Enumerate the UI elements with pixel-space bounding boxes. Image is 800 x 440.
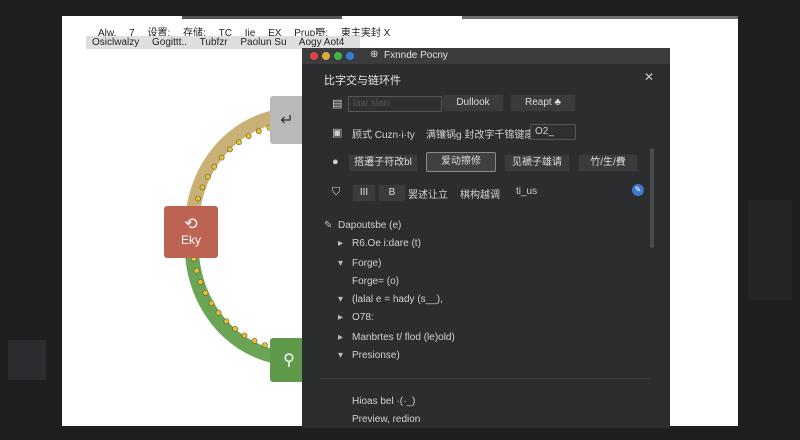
ring-dot	[215, 309, 222, 316]
ring-dot	[208, 300, 215, 307]
top-right-strip	[462, 16, 738, 19]
tree-item[interactable]: ▾ Presionse)	[338, 350, 400, 361]
footer-label-1[interactable]: Hioas bel ·(·_)	[352, 396, 415, 407]
ring-dot	[218, 154, 225, 161]
tree-item[interactable]: ▾ (lalal e = hady (s__),	[338, 294, 443, 305]
row2-label: 顾式 Cuzn·i·ty	[352, 130, 415, 141]
pencil-icon: ✎	[324, 220, 333, 231]
divider	[320, 378, 650, 379]
tree-item-label: Dapoutsbe (e)	[338, 220, 402, 231]
tab-4[interactable]: 竹/生/費	[578, 154, 638, 172]
ring-dot	[193, 267, 200, 274]
ring-dot	[245, 133, 252, 139]
minimize-dot[interactable]	[322, 52, 330, 60]
repeat-button[interactable]: Reapt ♣	[510, 94, 576, 112]
close-icon[interactable]: ✕	[644, 70, 654, 84]
ring-dot	[211, 163, 218, 170]
ring-dot	[261, 342, 268, 348]
ring-dot	[251, 337, 258, 344]
ring-node-label: Eky	[180, 233, 201, 247]
tab-3[interactable]: 见褫子雄请	[504, 154, 570, 172]
format-button-2[interactable]: B	[378, 184, 406, 202]
tree-item[interactable]: ▸ Manbrtes t/ flod (le)old)	[338, 332, 455, 343]
return-icon: ↵	[280, 112, 294, 129]
ring-dot	[226, 146, 233, 153]
ring-dot	[255, 128, 262, 135]
footer-label-2[interactable]: Preview, redion	[352, 414, 420, 425]
scrollbar[interactable]	[650, 148, 654, 248]
shield-icon: ⛉	[332, 186, 341, 198]
tree-item-label: Presionse)	[352, 350, 400, 361]
chevron-down-icon: ▾	[338, 350, 344, 361]
tree-item[interactable]: Forge= (o)	[338, 276, 399, 287]
refresh-icon: ⟲	[184, 216, 198, 233]
chevron-down-icon: ▾	[338, 294, 344, 305]
tree-item-label: O78:	[352, 312, 374, 323]
ring-dot	[241, 332, 248, 339]
tab-1[interactable]: 搭遷子符改bl	[348, 154, 418, 172]
tree-item[interactable]: ✎ Dapoutsbe (e)	[324, 220, 401, 231]
tree-item[interactable]: ▸ O78:	[338, 312, 374, 323]
row4-option-3[interactable]: ti_us	[516, 186, 537, 197]
document-icon: ▤	[332, 98, 343, 110]
ring-dot	[204, 173, 211, 180]
chevron-right-icon: ▸	[338, 312, 344, 323]
tab-2[interactable]: 爱动擦修	[426, 152, 496, 172]
ring-node-top[interactable]: ↵	[270, 96, 304, 144]
pane-title: 比字交与链环件	[324, 75, 401, 87]
name-field[interactable]: law slan	[348, 96, 442, 112]
window-app-icon: ⊕	[370, 49, 379, 60]
ring-dot	[223, 318, 230, 325]
ring-dot	[195, 195, 201, 202]
close-dot[interactable]	[310, 52, 318, 60]
ring-dot	[199, 184, 206, 191]
outlook-button[interactable]: Dullook	[442, 94, 504, 112]
ring-dot	[197, 279, 204, 285]
format-button-1[interactable]: III	[352, 184, 376, 202]
row4-option-2[interactable]: 棋构越调	[460, 186, 500, 201]
dialog-window: ⊕ Fxnnde Pocny 比字交与链环件 ✕ ▤ law slan Dull…	[302, 48, 670, 428]
user-icon: ●	[332, 156, 339, 168]
edit-badge-icon[interactable]: ✎	[632, 184, 644, 196]
zoom-dot[interactable]	[334, 52, 342, 60]
window-title: Fxnnde Pocny	[384, 50, 448, 61]
ring-node-left[interactable]: ⟲ Eky	[164, 206, 218, 258]
search-icon: ⚲	[283, 352, 295, 369]
window-titlebar: ⊕ Fxnnde Pocny	[302, 48, 670, 64]
ring-dot	[235, 139, 242, 146]
tree-item-label: (lalal e = hady (s__),	[352, 294, 443, 305]
tree-item-label: Forge= (o)	[352, 276, 399, 287]
tree-item[interactable]: ▾ Forge)	[338, 258, 381, 269]
tree-item-label: Manbrtes t/ flod (le)old)	[352, 332, 455, 343]
row4-option-1[interactable]: 罢述让立	[408, 186, 448, 201]
tree-item-label: Forge)	[352, 258, 382, 269]
chevron-right-icon: ▸	[338, 238, 344, 249]
row2-text: 满镶锅g 封改字千锦键康	[426, 130, 535, 141]
background-panel-left	[8, 340, 46, 380]
row2-field[interactable]: O2_	[530, 124, 576, 140]
ring-dot	[232, 325, 238, 332]
ring-dot	[202, 289, 209, 296]
tree-item[interactable]: ▸ R6.Oe i:dare (t)	[338, 238, 421, 249]
chevron-right-icon: ▸	[338, 332, 344, 343]
background-panel-right	[748, 200, 792, 300]
chevron-down-icon: ▾	[338, 258, 344, 269]
tree-item-label: R6.Oe i:dare (t)	[352, 238, 421, 249]
briefcase-icon: ▣	[332, 127, 343, 139]
extra-dot[interactable]	[346, 52, 354, 60]
